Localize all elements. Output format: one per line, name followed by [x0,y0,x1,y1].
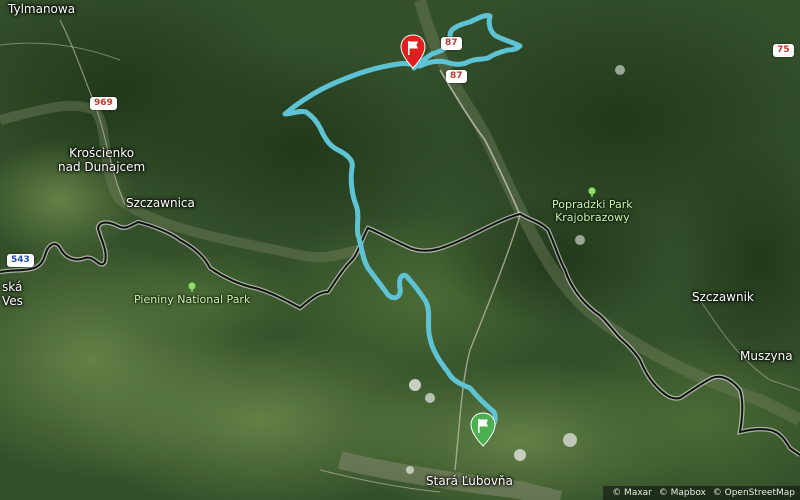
attribution-mapbox[interactable]: © Mapbox [659,488,706,498]
place-label-szczawnica: Szczawnica [126,196,195,210]
place-label-stara-lubovna: Stará Ľubovňa [426,474,513,488]
place-label-ska-ves: ská Ves [2,280,23,308]
road-shield-75: 75 [773,44,794,57]
road-shield-87-north: 87 [441,37,462,50]
map-attribution: © Maxar © Mapbox © OpenStreetMap [603,486,800,500]
tree-icon [588,187,596,197]
park-label-popradzki: Popradzki Park Krajobrazowy [552,187,633,224]
attribution-openstreetmap[interactable]: © OpenStreetMap [713,488,795,498]
road-shield-87-south: 87 [446,70,467,83]
place-label-tylmanowa: Tylmanowa [8,2,76,16]
route-end-flag-icon[interactable] [400,34,426,70]
road-shield-543: 543 [7,254,34,267]
place-label-kroscienko-text: Krościenko nad Dunajcem [58,146,146,174]
place-label-szczawnik: Szczawnik [692,290,754,304]
route-start-flag-icon[interactable] [470,412,496,448]
place-label-ska-ves-text: ská Ves [2,280,23,308]
satellite-terrain [0,0,800,500]
place-label-kroscienko: Krościenko nad Dunajcem [58,146,145,174]
park-label-pieniny: Pieniny National Park [134,282,250,306]
place-label-muszyna: Muszyna [740,349,793,363]
park-label-pieniny-text: Pieniny National Park [134,293,251,306]
road-shield-969: 969 [90,97,117,110]
map-view[interactable]: Tylmanowa Krościenko nad Dunajcem Szczaw… [0,0,800,500]
park-label-popradzki-text: Popradzki Park Krajobrazowy [552,198,633,224]
tree-icon [188,282,196,292]
attribution-maxar[interactable]: © Maxar [612,488,652,498]
